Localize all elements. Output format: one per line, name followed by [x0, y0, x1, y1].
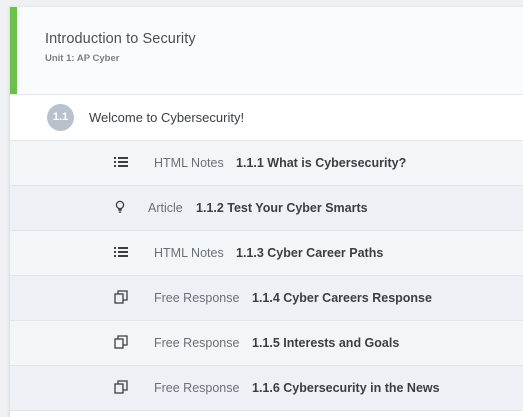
activity-title: 1.1.3 Cyber Career Paths: [236, 246, 384, 260]
activity-type: Free Response: [154, 336, 240, 350]
activity-type: Free Response: [154, 381, 240, 395]
activity-type: HTML Notes: [154, 156, 224, 170]
activity-row[interactable]: HTML Notes 1.1.1 What is Cybersecurity?: [10, 141, 523, 186]
lesson-number-badge: 1.1: [47, 104, 74, 131]
activity-row[interactable]: HTML Notes 1.1.3 Cyber Career Paths: [10, 231, 523, 276]
activity-title: 1.1.5 Interests and Goals: [252, 336, 400, 350]
copy-icon: [114, 335, 128, 349]
list-icon: [114, 157, 128, 167]
activity-type: Free Response: [154, 291, 240, 305]
lesson-row[interactable]: 1.1 Welcome to Cybersecurity!: [10, 95, 523, 141]
activity-row[interactable]: Free Response 1.1.4 Cyber Careers Respon…: [10, 276, 523, 321]
module-header[interactable]: Introduction to Security Unit 1: AP Cybe…: [10, 7, 523, 95]
lesson-title: Welcome to Cybersecurity!: [89, 110, 245, 125]
activity-title: 1.1.6 Cybersecurity in the News: [252, 381, 440, 395]
course-panel: Introduction to Security Unit 1: AP Cybe…: [9, 7, 523, 417]
activity-row[interactable]: Free Response 1.1.5 Interests and Goals: [10, 321, 523, 366]
activity-row[interactable]: Free Response 1.1.6 Cybersecurity in the…: [10, 366, 523, 411]
module-accent-bar: [10, 7, 17, 94]
activity-title: 1.1.2 Test Your Cyber Smarts: [196, 201, 368, 215]
lightbulb-icon: [115, 200, 125, 213]
activity-type: Article: [148, 201, 183, 215]
copy-icon: [114, 290, 128, 304]
copy-icon: [114, 380, 128, 394]
module-subtitle: Unit 1: AP Cyber: [45, 53, 120, 64]
activity-type: HTML Notes: [154, 246, 224, 260]
activity-row[interactable]: Article 1.1.2 Test Your Cyber Smarts: [10, 186, 523, 231]
list-icon: [114, 247, 128, 257]
activity-title: 1.1.4 Cyber Careers Response: [252, 291, 432, 305]
activity-title: 1.1.1 What is Cybersecurity?: [236, 156, 407, 170]
module-title: Introduction to Security: [45, 31, 196, 47]
